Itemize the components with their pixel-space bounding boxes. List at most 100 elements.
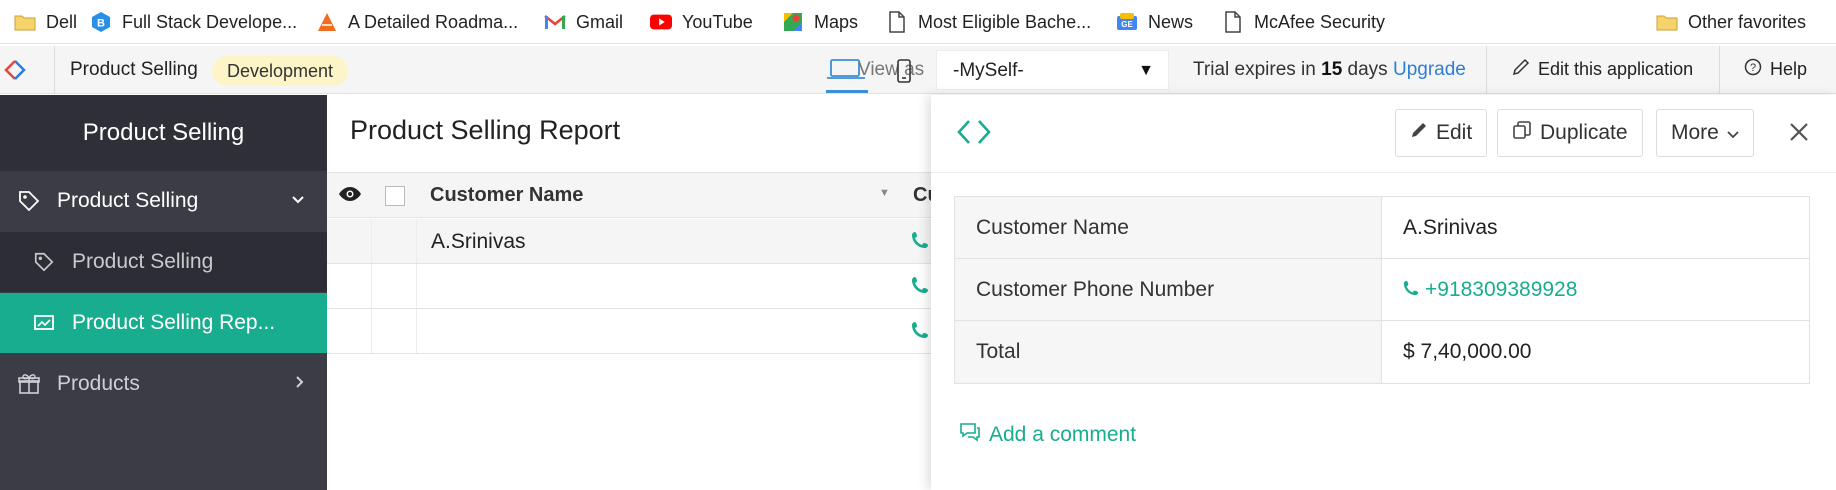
record-fields-table: Customer Name A.Srinivas Customer Phone … bbox=[954, 196, 1810, 384]
pencil-icon bbox=[1512, 58, 1530, 81]
table-header: Customer Name ▼ Cu bbox=[327, 172, 940, 218]
app-header: Product Selling Development View as -MyS… bbox=[0, 46, 1836, 94]
app-logo-icon[interactable] bbox=[4, 58, 34, 87]
upgrade-link[interactable]: Upgrade bbox=[1393, 59, 1466, 80]
youtube-icon bbox=[650, 11, 672, 33]
environment-badge[interactable]: Development bbox=[212, 56, 349, 86]
help-button[interactable]: ? Help bbox=[1744, 58, 1807, 81]
field-label: Customer Phone Number bbox=[976, 278, 1215, 301]
divider bbox=[1486, 46, 1487, 94]
svg-text:B: B bbox=[97, 18, 105, 30]
row-cell bbox=[327, 219, 372, 263]
bookmark-roadmap[interactable]: A Detailed Roadma... bbox=[316, 10, 518, 34]
divider bbox=[54, 46, 55, 94]
row-cell bbox=[372, 219, 417, 263]
maps-icon bbox=[782, 11, 804, 33]
sidebar-item-products[interactable]: Products bbox=[0, 354, 327, 414]
pencil-icon bbox=[1410, 121, 1428, 145]
record-navigation bbox=[957, 119, 991, 150]
chevron-down-icon bbox=[291, 192, 305, 210]
record-detail-panel: Edit Duplicate More Customer Name A.Srin… bbox=[931, 95, 1836, 490]
close-icon[interactable] bbox=[1788, 121, 1810, 148]
edit-application-button[interactable]: Edit this application bbox=[1512, 58, 1693, 81]
b-logo-icon: B bbox=[90, 11, 112, 33]
field-row-total: Total $ 7,40,000.00 bbox=[955, 321, 1809, 383]
bookmark-youtube[interactable]: YouTube bbox=[650, 10, 753, 34]
more-button[interactable]: More bbox=[1656, 109, 1754, 157]
table-row[interactable] bbox=[327, 309, 931, 354]
roadmap-icon bbox=[316, 11, 338, 33]
previous-record-icon[interactable] bbox=[957, 119, 971, 150]
report-view: Product Selling Report Customer Name ▼ C… bbox=[327, 95, 940, 490]
sidebar-title: Product Selling bbox=[0, 95, 327, 171]
selected-user: -MySelf- bbox=[953, 60, 1024, 81]
bookmark-most-eligible[interactable]: Most Eligible Bache... bbox=[886, 10, 1091, 34]
view-as-user-select[interactable]: -MySelf- ▼ bbox=[936, 50, 1169, 90]
comment-icon bbox=[959, 422, 981, 448]
sidebar: Product Selling Product Selling Product … bbox=[0, 95, 327, 490]
help-icon: ? bbox=[1744, 58, 1762, 81]
row-cell bbox=[372, 309, 417, 353]
bookmark-dell[interactable]: Dell bbox=[14, 10, 77, 34]
sort-down-icon[interactable]: ▼ bbox=[879, 187, 890, 199]
phone-icon[interactable] bbox=[911, 276, 929, 299]
divider bbox=[931, 172, 1836, 173]
view-as-label: View as bbox=[858, 59, 925, 80]
eye-icon[interactable] bbox=[338, 185, 362, 208]
phone-icon[interactable] bbox=[911, 321, 929, 344]
edit-button[interactable]: Edit bbox=[1395, 109, 1488, 157]
app-name[interactable]: Product Selling bbox=[70, 59, 198, 81]
chevron-down-icon bbox=[1727, 121, 1739, 145]
news-icon: GE bbox=[1116, 11, 1138, 33]
bookmark-gmail[interactable]: Gmail bbox=[544, 10, 623, 34]
report-icon bbox=[31, 310, 57, 336]
chevron-right-icon bbox=[295, 375, 305, 394]
customer-name-cell: A.Srinivas bbox=[431, 230, 526, 253]
field-row-customer-name: Customer Name A.Srinivas bbox=[955, 197, 1809, 259]
table-row[interactable] bbox=[327, 264, 931, 309]
bookmark-news[interactable]: GE News bbox=[1116, 10, 1193, 34]
sidebar-item-product-selling[interactable]: Product Selling bbox=[0, 232, 327, 292]
page-title: Product Selling Report bbox=[350, 115, 621, 145]
field-row-phone: Customer Phone Number +918309389928 bbox=[955, 259, 1809, 321]
caret-down-icon: ▼ bbox=[1138, 62, 1154, 79]
column-header-customer-name[interactable]: Customer Name bbox=[430, 184, 583, 207]
sidebar-item-product-selling-report[interactable]: Product Selling Rep... bbox=[0, 293, 327, 353]
svg-text:GE: GE bbox=[1121, 20, 1133, 29]
bookmark-mcafee[interactable]: McAfee Security bbox=[1222, 10, 1385, 34]
field-value: A.Srinivas bbox=[1403, 216, 1498, 239]
folder-icon bbox=[14, 11, 36, 33]
phone-icon bbox=[1403, 278, 1419, 302]
phone-icon[interactable] bbox=[911, 231, 929, 254]
bookmark-full-stack[interactable]: B Full Stack Develope... bbox=[90, 10, 297, 34]
add-comment-link[interactable]: Add a comment bbox=[959, 422, 1136, 448]
gift-icon bbox=[16, 371, 42, 397]
select-all-checkbox[interactable] bbox=[385, 186, 405, 206]
phone-view-icon[interactable] bbox=[896, 59, 912, 88]
trial-notice: Trial expires in 15 days Upgrade bbox=[1193, 59, 1466, 80]
duplicate-button[interactable]: Duplicate bbox=[1497, 109, 1643, 157]
svg-text:?: ? bbox=[1750, 62, 1756, 74]
next-record-icon[interactable] bbox=[977, 119, 991, 150]
table-row[interactable]: A.Srinivas bbox=[327, 219, 931, 264]
bookmark-maps[interactable]: Maps bbox=[782, 10, 858, 34]
sidebar-item-product-selling-group[interactable]: Product Selling bbox=[0, 171, 327, 231]
phone-link[interactable]: +918309389928 bbox=[1403, 278, 1577, 302]
field-label: Customer Name bbox=[976, 216, 1129, 239]
row-cell bbox=[327, 309, 372, 353]
field-value: $ 7,40,000.00 bbox=[1403, 340, 1532, 363]
tag-icon bbox=[31, 249, 57, 275]
trial-days: 15 bbox=[1321, 59, 1343, 80]
field-label: Total bbox=[976, 340, 1021, 363]
gmail-icon bbox=[544, 11, 566, 33]
folder-icon bbox=[1656, 11, 1678, 33]
divider bbox=[1719, 46, 1720, 94]
row-cell bbox=[372, 264, 417, 308]
active-view-indicator bbox=[826, 90, 868, 93]
page-icon bbox=[886, 11, 908, 33]
bookmark-other-favorites[interactable]: Other favorites bbox=[1656, 10, 1806, 34]
row-cell bbox=[327, 264, 372, 308]
tag-icon bbox=[16, 188, 42, 214]
page-icon bbox=[1222, 11, 1244, 33]
duplicate-icon bbox=[1512, 120, 1532, 146]
